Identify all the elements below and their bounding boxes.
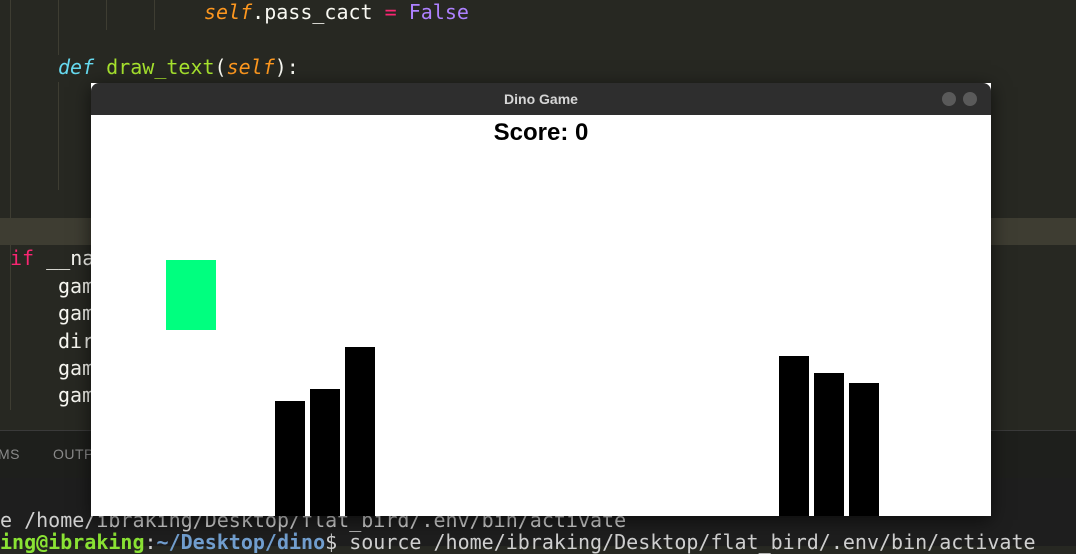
code-token: .pass_cact [252, 0, 385, 24]
code-line[interactable]: gam [58, 355, 94, 382]
dino-player [166, 260, 216, 330]
code-line[interactable]: gam [58, 382, 94, 409]
code-line[interactable]: gam [58, 273, 94, 300]
terminal-user: ing@ibraking [0, 530, 145, 554]
code-token: def [58, 55, 95, 79]
code-line[interactable]: dir [58, 328, 94, 355]
code-line-pass-cact[interactable]: self.pass_cact = False [204, 0, 469, 26]
tab-output[interactable]: OUTP [53, 446, 94, 462]
indent-guide [106, 0, 107, 30]
minimize-button[interactable] [942, 92, 956, 106]
cactus-obstacle [779, 356, 809, 516]
indent-guide [154, 0, 155, 30]
code-token: __na [34, 246, 95, 270]
code-token: ): [274, 55, 299, 79]
code-line-def-draw-text[interactable]: def draw_text(self): [58, 54, 299, 81]
terminal-path: ~/Desktop/dino [156, 530, 326, 554]
code-token: if [10, 246, 35, 270]
terminal-sep: : [144, 530, 157, 554]
code-token: = [384, 0, 397, 24]
code-token: self [204, 0, 253, 24]
cactus-obstacle [310, 389, 340, 516]
cactus-obstacle [814, 373, 844, 516]
window-titlebar[interactable]: Dino Game [91, 83, 991, 115]
game-window[interactable]: Dino Game Score: 0 [91, 83, 991, 516]
code-token: self [226, 55, 275, 79]
indent-guide [10, 0, 11, 410]
indent-guide [58, 82, 59, 190]
cactus-obstacle [345, 347, 375, 516]
cactus-obstacle [849, 383, 879, 516]
terminal-command: $ source /home/ibraking/Desktop/flat_bir… [325, 530, 1036, 554]
window-title: Dino Game [504, 91, 578, 107]
terminal-prompt-line: ing@ibraking:~/Desktop/dino$ source /hom… [0, 530, 1036, 554]
indent-guide [58, 0, 59, 55]
code-token: False [396, 0, 469, 24]
tab-problems[interactable]: MS [0, 446, 20, 462]
code-line[interactable]: gam [58, 300, 94, 327]
close-button[interactable] [963, 92, 977, 106]
code-token: ( [214, 55, 227, 79]
cactus-obstacle [275, 401, 305, 516]
game-canvas[interactable]: Score: 0 [91, 115, 991, 516]
code-line-if-main[interactable]: if __na [10, 245, 94, 272]
code-token: draw_text [94, 55, 215, 79]
score-label: Score: 0 [493, 119, 589, 146]
